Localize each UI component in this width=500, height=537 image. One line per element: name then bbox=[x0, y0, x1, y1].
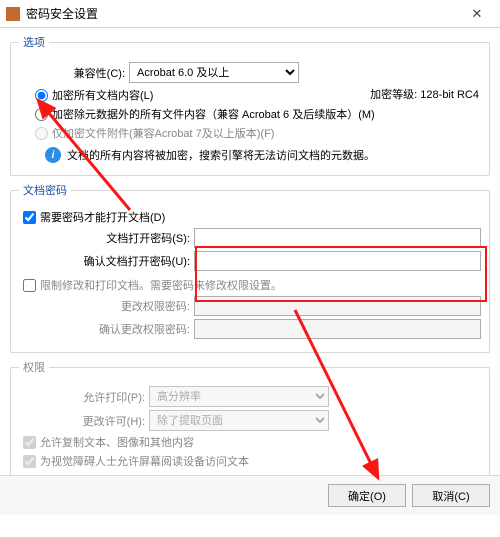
check-require-open-pw[interactable]: 需要密码才能打开文档(D) bbox=[23, 209, 481, 225]
confirm-open-pw-input[interactable] bbox=[194, 251, 481, 271]
radio-encrypt-all-input[interactable] bbox=[35, 89, 48, 102]
confirm-change-pw-label: 确认更改权限密码: bbox=[19, 321, 194, 337]
check-allow-copy: 允许复制文本、图像和其他内容 bbox=[23, 434, 481, 450]
check-restrict[interactable]: 限制修改和打印文档。需要密码来修改权限设置。 bbox=[23, 277, 481, 293]
compat-select[interactable]: Acrobat 6.0 及以上 bbox=[129, 62, 299, 83]
info-text: 文档的所有内容将被加密，搜索引擎将无法访问文档的元数据。 bbox=[67, 147, 375, 163]
window-title: 密码安全设置 bbox=[26, 5, 460, 22]
compat-label: 兼容性(C): bbox=[69, 65, 129, 81]
app-icon bbox=[6, 7, 20, 21]
info-icon: i bbox=[45, 147, 61, 163]
docpass-legend: 文档密码 bbox=[19, 182, 71, 198]
check-allow-copy-input bbox=[23, 436, 36, 449]
check-restrict-input[interactable] bbox=[23, 279, 36, 292]
print-select: 高分辨率 bbox=[149, 386, 329, 407]
change-pw-input bbox=[194, 296, 481, 316]
confirm-change-pw-input bbox=[194, 319, 481, 339]
radio-encrypt-attach-input bbox=[35, 127, 48, 140]
dialog-footer: 确定(O) 取消(C) bbox=[0, 475, 500, 515]
check-allow-access: 为视觉障碍人士允许屏幕阅读设备访问文本 bbox=[23, 453, 481, 469]
info-row: i 文档的所有内容将被加密，搜索引擎将无法访问文档的元数据。 bbox=[45, 147, 481, 163]
cancel-button[interactable]: 取消(C) bbox=[412, 484, 490, 507]
check-allow-access-input bbox=[23, 455, 36, 468]
options-legend: 选项 bbox=[19, 34, 49, 50]
open-pw-input[interactable] bbox=[194, 228, 481, 248]
permissions-group: 权限 允许打印(P): 高分辨率 更改许可(H): 除了提取页面 允许复制文本、… bbox=[10, 359, 490, 483]
options-group: 选项 兼容性(C): Acrobat 6.0 及以上 加密等级: 128-bit… bbox=[10, 34, 490, 176]
titlebar: 密码安全设置 ✕ bbox=[0, 0, 500, 28]
close-button[interactable]: ✕ bbox=[460, 3, 494, 25]
dialog-content: 选项 兼容性(C): Acrobat 6.0 及以上 加密等级: 128-bit… bbox=[0, 28, 500, 537]
docpass-group: 文档密码 需要密码才能打开文档(D) 文档打开密码(S): 确认文档打开密码(U… bbox=[10, 182, 490, 353]
encryption-level: 加密等级: 128-bit RC4 bbox=[370, 86, 479, 102]
check-require-open-pw-input[interactable] bbox=[23, 211, 36, 224]
radio-encrypt-except-input[interactable] bbox=[35, 108, 48, 121]
open-pw-label: 文档打开密码(S): bbox=[19, 230, 194, 246]
change-allowed-select: 除了提取页面 bbox=[149, 410, 329, 431]
change-allowed-label: 更改许可(H): bbox=[19, 413, 149, 429]
ok-button[interactable]: 确定(O) bbox=[328, 484, 406, 507]
print-label: 允许打印(P): bbox=[19, 389, 149, 405]
radio-encrypt-attach: 仅加密文件附件(兼容Acrobat 7及以上版本)(F) bbox=[35, 125, 481, 141]
confirm-open-pw-label: 确认文档打开密码(U): bbox=[19, 253, 194, 269]
change-pw-label: 更改权限密码: bbox=[19, 298, 194, 314]
radio-encrypt-except[interactable]: 加密除元数据外的所有文件内容（兼容 Acrobat 6 及后续版本）(M) bbox=[35, 106, 481, 122]
permissions-legend: 权限 bbox=[19, 359, 49, 375]
